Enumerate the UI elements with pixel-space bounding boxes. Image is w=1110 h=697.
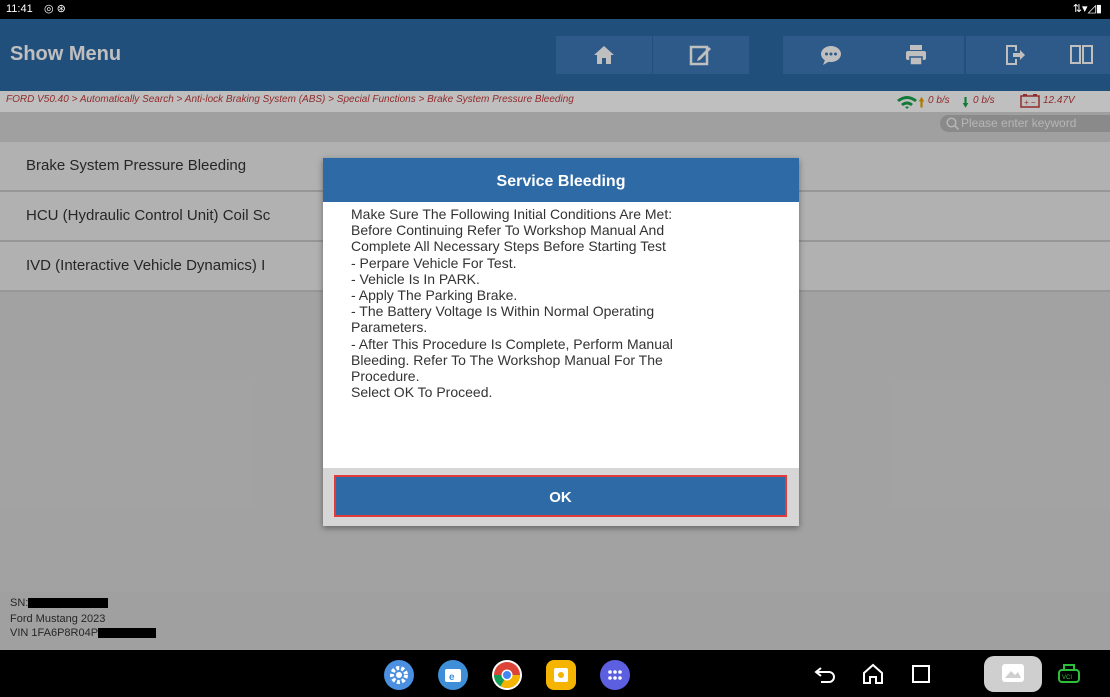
dialog-line: Before Continuing Refer To Workshop Manu…	[351, 222, 665, 239]
back-icon[interactable]	[813, 662, 837, 691]
dialog-footer: OK	[323, 468, 799, 526]
dialog-line: Bleeding. Refer To The Workshop Manual F…	[351, 351, 663, 368]
dialog-title: Service Bleeding	[323, 158, 799, 202]
vci-icon[interactable]: VCI	[1056, 662, 1082, 691]
dialog-line: - After This Procedure Is Complete, Perf…	[351, 335, 673, 352]
svg-text:VCI: VCI	[1062, 675, 1072, 681]
notification-icons: ◎ ⊛	[44, 3, 66, 15]
chrome-icon[interactable]	[492, 660, 522, 690]
dialog-line: Complete All Necessary Steps Before Star…	[351, 238, 666, 255]
screenshot-thumbnail-icon[interactable]	[984, 656, 1042, 697]
dialog-line: Parameters.	[351, 319, 428, 336]
ok-button[interactable]: OK	[334, 475, 787, 517]
app-drawer-icon[interactable]	[600, 660, 630, 690]
svg-text:e: e	[449, 672, 455, 683]
settings-app-icon[interactable]	[384, 660, 414, 690]
service-bleeding-dialog: Service Bleeding Make Sure The Following…	[323, 158, 799, 526]
dialog-line: - Apply The Parking Brake.	[351, 287, 518, 304]
system-status-icons: ⇅▾◿▮	[1072, 3, 1102, 15]
recents-icon[interactable]	[909, 662, 933, 691]
system-nav-bar: e VCI	[0, 650, 1110, 697]
dialog-line: - Vehicle Is In PARK.	[351, 270, 480, 287]
dialog-message: Make Sure The Following Initial Conditio…	[351, 206, 781, 460]
dialog-line: Make Sure The Following Initial Conditio…	[351, 206, 673, 222]
dialog-line: - Perpare Vehicle For Test.	[351, 254, 517, 271]
dialog-line: - The Battery Voltage Is Within Normal O…	[351, 303, 655, 320]
browser-app-icon[interactable]: e	[438, 660, 468, 690]
clock: 11:41	[6, 3, 33, 15]
dialog-line: Procedure.	[351, 368, 420, 385]
gallery-app-icon[interactable]	[546, 660, 576, 690]
home-nav-icon[interactable]	[861, 662, 885, 691]
status-bar: 11:41 ◎ ⊛ ⇅▾◿▮	[0, 0, 1110, 19]
dialog-line: Select OK To Proceed.	[351, 384, 493, 401]
